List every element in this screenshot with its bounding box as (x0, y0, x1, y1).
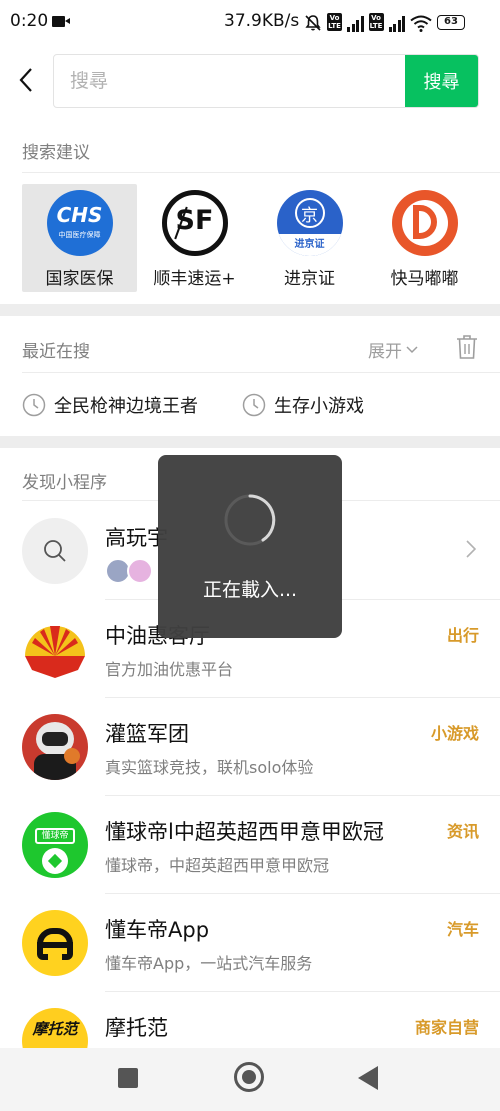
suggestion-item[interactable]: 快马嘟嘟 (367, 184, 482, 292)
expand-label: 展开 (368, 342, 402, 362)
expand-button[interactable]: 展开 (368, 337, 418, 362)
suggestions-title: 搜索建议 (22, 143, 90, 163)
search-icon (22, 518, 88, 584)
back-arrow-icon[interactable] (18, 67, 34, 93)
mini-program-item[interactable]: 灌篮军团 真实篮球竞技，联机solo体验 小游戏 (0, 698, 500, 796)
suggestion-label: 进京证 (284, 269, 335, 289)
mini-program-item[interactable]: 懂球帝 懂球帝l中超英超西甲意甲欧冠 懂球帝，中超英超西甲意甲欧冠 资讯 (0, 796, 500, 894)
search-suggestions: 搜索建议 CHS 中国医疗保障 国家医保 SF 顺丰速运+ 京 进京证 进京证 (0, 120, 500, 304)
home-icon[interactable] (234, 1062, 264, 1092)
jingzheng-logo-icon: 京 进京证 (276, 190, 343, 256)
signal-icon-2 (388, 16, 405, 32)
battery-indicator: 63 (437, 14, 465, 30)
loading-text: 正在載入... (202, 579, 298, 601)
suggestion-label: 快马嘟嘟 (390, 269, 459, 289)
category-tag: 资讯 (446, 822, 479, 841)
back-triangle-icon[interactable] (358, 1066, 378, 1090)
suggestion-item[interactable]: SF 顺丰速运+ (137, 184, 252, 292)
clock-icon (242, 393, 266, 417)
recent-item[interactable]: 生存小游戏 (242, 392, 364, 418)
status-bar: 0:20 37.9KB/s Vo LTE Vo LTE 63 (0, 0, 500, 44)
chs-logo-text: CHS (56, 203, 103, 227)
mini-program-item[interactable]: 懂车帝App 懂车帝App，一站式汽车服务 汽车 (0, 894, 500, 992)
wifi-icon (410, 15, 432, 32)
divider (22, 172, 500, 173)
motofan-logo-icon: 摩托范 (22, 1008, 88, 1048)
recent-item-label: 生存小游戏 (274, 396, 364, 417)
kuaima-logo-icon (391, 190, 458, 256)
recent-title: 最近在搜 (22, 342, 90, 362)
recent-list: 全民枪神边境王者 生存小游戏 (22, 392, 364, 418)
recent-item-label: 全民枪神边境王者 (54, 396, 198, 417)
search-input[interactable] (54, 55, 406, 107)
sf-logo-text: SF (175, 205, 214, 236)
search-header: 搜尋 (0, 44, 500, 120)
chevron-right-icon (466, 540, 476, 558)
category-tag: 汽车 (446, 920, 479, 939)
discover-title: 发现小程序 (22, 473, 107, 493)
mini-program-item[interactable]: 摩托范 摩托范 商家自营 (0, 992, 500, 1048)
user-avatars (105, 558, 153, 584)
recent-apps-icon[interactable] (118, 1068, 138, 1088)
suggestion-label: 国家医保 (45, 269, 114, 289)
jingzheng-logo-char: 京 (301, 206, 318, 226)
volte-badge-2: Vo LTE (368, 13, 384, 31)
network-speed: 37.9KB/s (224, 11, 300, 31)
status-time: 0:20 (10, 11, 49, 31)
motofan-logo-text: 摩托范 (32, 1020, 78, 1038)
chevron-down-icon (406, 345, 418, 353)
suggestion-label: 顺丰速运+ (153, 269, 236, 289)
recent-item[interactable]: 全民枪神边境王者 (22, 392, 198, 418)
video-camera-icon (52, 16, 70, 27)
mini-program-name: 灌篮军团 (105, 722, 189, 746)
category-tag: 小游戏 (430, 724, 479, 743)
mini-program-desc: 懂车帝App，一站式汽车服务 (105, 954, 313, 973)
suggestion-item[interactable]: CHS 中国医疗保障 国家医保 (22, 184, 137, 292)
jingzheng-logo-text: 进京证 (294, 239, 325, 250)
mini-program-name: 摩托范 (105, 1016, 168, 1040)
volte-badge-1: Vo LTE (327, 13, 342, 31)
mini-program-name: 懂车帝App (105, 918, 210, 942)
mini-program-desc: 官方加油优惠平台 (105, 660, 234, 679)
navigation-bar (0, 1048, 500, 1111)
suggestion-item[interactable]: 京 进京证 进京证 (252, 184, 367, 292)
chs-logo-icon: CHS 中国医疗保障 (46, 190, 113, 256)
dongqiudi-logo-icon: 懂球帝 (22, 812, 88, 878)
suggestion-list: CHS 中国医疗保障 国家医保 SF 顺丰速运+ 京 进京证 进京证 快马嘟嘟 (22, 184, 482, 292)
recent-searches: 最近在搜 展开 全民枪神边境王者 生存小游戏 (0, 316, 500, 436)
clock-icon (22, 393, 46, 417)
dongchedi-logo-icon (22, 910, 88, 976)
basketball-avatar-icon (22, 714, 88, 780)
loading-spinner-icon (224, 494, 276, 546)
petrochina-logo-icon (22, 616, 88, 682)
mini-program-desc: 真实篮球竞技，联机solo体验 (105, 758, 314, 777)
search-box: 搜尋 (53, 54, 479, 108)
loading-toast: 正在載入... (158, 455, 342, 638)
divider (22, 372, 500, 373)
category-tag: 出行 (446, 626, 479, 645)
mini-program-name: 懂球帝l中超英超西甲意甲欧冠 (105, 820, 384, 844)
sf-logo-icon: SF (161, 190, 228, 256)
signal-icon-1 (347, 16, 364, 32)
chs-logo-subtext: 中国医疗保障 (58, 231, 101, 239)
category-tag: 商家自营 (414, 1018, 479, 1037)
trash-icon[interactable] (456, 334, 478, 360)
status-icons: Vo LTE Vo LTE 63 (304, 12, 465, 32)
dongqiudi-logo-text: 懂球帝 (35, 828, 75, 844)
mute-bell-icon (305, 15, 321, 31)
avatar (127, 558, 153, 584)
search-button[interactable]: 搜尋 (405, 55, 478, 107)
mini-program-desc: 懂球帝，中超英超西甲意甲欧冠 (105, 856, 330, 875)
